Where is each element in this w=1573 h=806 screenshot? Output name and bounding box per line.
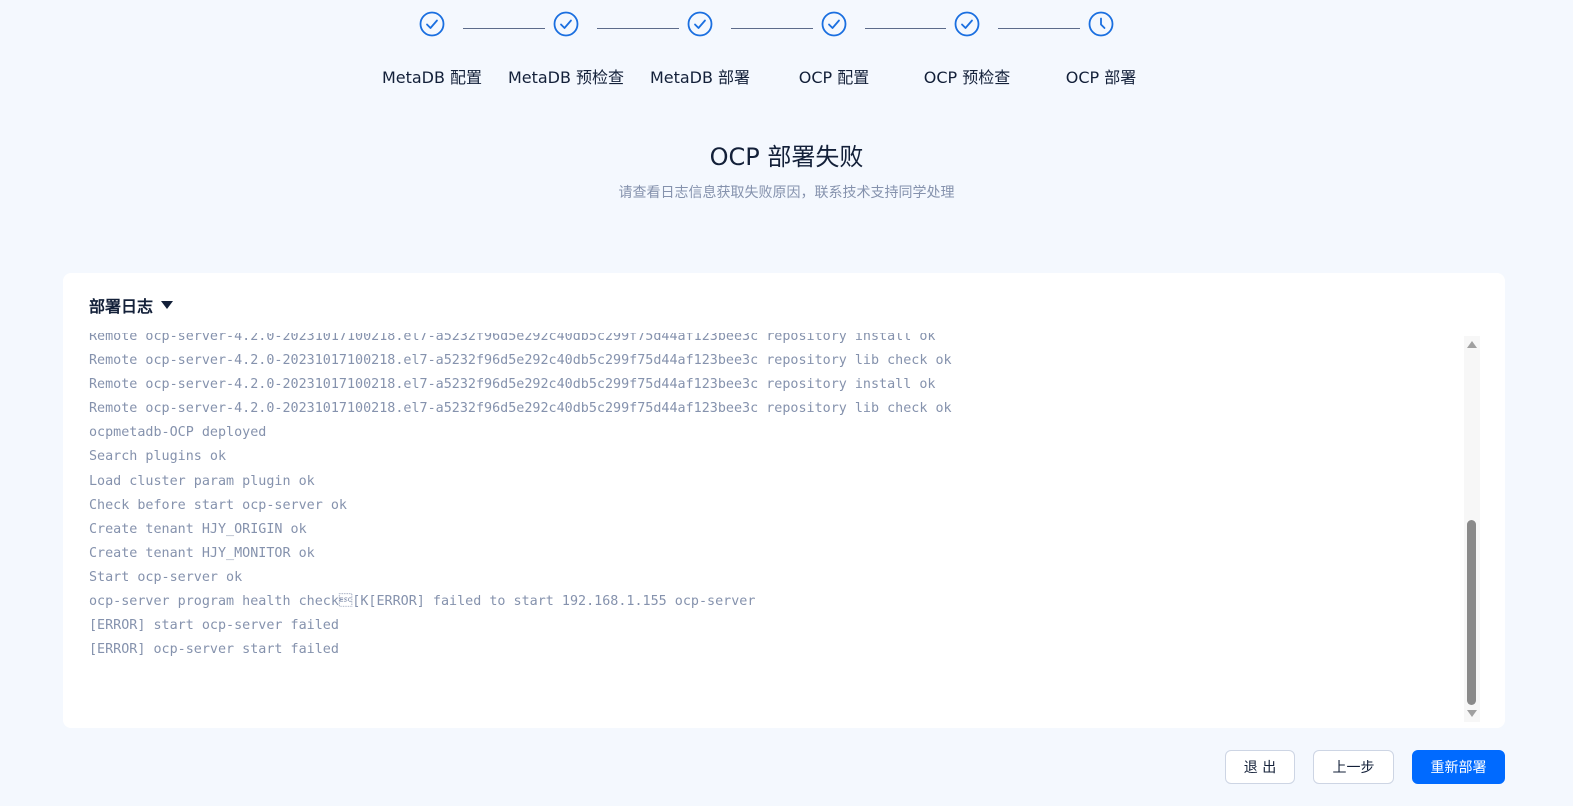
log-line: Create tenant HJY_ORIGIN ok	[89, 521, 307, 537]
result-title: OCP 部署失败	[709, 143, 864, 171]
step-connector	[731, 28, 813, 29]
exit-button[interactable]: 退 出	[1225, 750, 1295, 784]
log-line: Remote ocp-server-4.2.0-20231017100218.e…	[89, 377, 936, 393]
log-line: Start ocp-server ok	[89, 569, 243, 585]
log-line: Remote ocp-server-4.2.0-20231017100218.e…	[89, 353, 952, 369]
check-circle-icon	[821, 11, 847, 37]
log-line: ocp-server program health check[K[ERROR…	[89, 594, 756, 610]
log-line: Remote ocp-server-4.2.0-20231017100218.e…	[89, 401, 952, 417]
scroll-up-arrow-icon[interactable]	[1467, 341, 1477, 348]
log-lines: Remote ocp-server-4.2.0-20231017100218.e…	[89, 333, 952, 662]
check-circle-icon	[553, 11, 579, 37]
step-connector	[463, 28, 545, 29]
check-circle-icon	[419, 11, 445, 37]
log-viewport[interactable]: Remote ocp-server-4.2.0-20231017100218.e…	[89, 333, 1459, 718]
step-label: OCP 部署	[1065, 68, 1137, 87]
log-line: Remote ocp-server-4.2.0-20231017100218.e…	[89, 333, 936, 344]
log-line: Check before start ocp-server ok	[89, 497, 347, 513]
step-connector	[998, 28, 1080, 29]
log-line: [ERROR] ocp-server start failed	[89, 642, 339, 658]
previous-step-button[interactable]: 上一步	[1313, 750, 1394, 784]
result-subtitle: 请查看日志信息获取失败原因，联系技术支持同学处理	[618, 185, 955, 201]
step-connector	[865, 28, 946, 29]
log-line: [ERROR] start ocp-server failed	[89, 618, 339, 634]
log-line: Search plugins ok	[89, 449, 227, 465]
log-line: ocpmetadb-OCP deployed	[89, 425, 267, 441]
scroll-thumb[interactable]	[1467, 520, 1476, 705]
caret-down-icon	[161, 301, 174, 309]
check-circle-icon	[687, 11, 713, 37]
deployment-steps: MetaDB 配置 MetaDB 预检查 MetaDB 部署 OCP 配置 OCP 预检…	[0, 0, 1573, 100]
log-line: Load cluster param plugin ok	[89, 473, 315, 489]
log-line: Create tenant HJY_MONITOR ok	[89, 545, 315, 561]
redeploy-button[interactable]: 重新部署	[1412, 750, 1505, 784]
check-circle-icon	[954, 11, 980, 37]
step-connector	[597, 28, 679, 29]
clock-circle-icon	[1088, 11, 1114, 37]
scroll-down-arrow-icon[interactable]	[1467, 710, 1477, 717]
log-scrollbar[interactable]	[1464, 336, 1480, 722]
log-header-title: 部署日志	[89, 297, 154, 316]
deploy-log-card: 部署日志 Remote ocp-server-4.2.0-20231017100…	[63, 273, 1505, 728]
log-collapse-toggle[interactable]: 部署日志	[89, 293, 174, 317]
